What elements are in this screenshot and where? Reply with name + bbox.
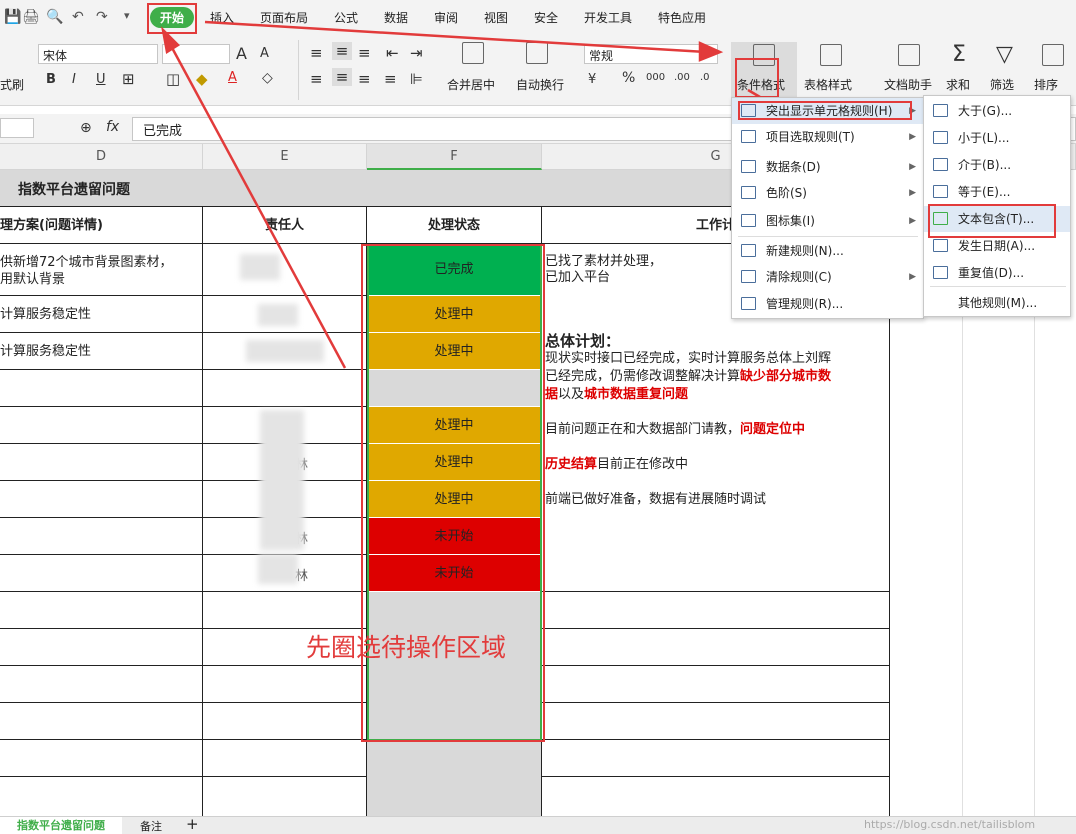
highlight-rules-icon <box>741 104 756 117</box>
color-scales-icon <box>741 186 756 199</box>
add-sheet-icon[interactable]: + <box>186 815 199 833</box>
menu-item-between[interactable]: 介于(B)... <box>924 152 1070 178</box>
equal-to-icon <box>933 185 948 198</box>
menu-item-more-rules[interactable]: 其他规则(M)... <box>924 290 1070 316</box>
menu-divider <box>930 286 1066 287</box>
menu-item-color-scales[interactable]: 色阶(S) ▶ <box>732 180 923 206</box>
text-contains-icon <box>933 212 948 225</box>
menu-item-duplicate-values[interactable]: 重复值(D)... <box>924 260 1070 286</box>
menu-divider <box>738 236 918 237</box>
data-bars-icon <box>741 160 756 173</box>
menu-item-text-contains[interactable]: 文本包含(T)... <box>924 206 1070 232</box>
new-rule-icon <box>741 244 756 257</box>
menu-item-greater-than[interactable]: 大于(G)... <box>924 98 1070 124</box>
watermark: https://blog.csdn.net/tailisblom <box>864 818 1036 831</box>
date-occurring-icon <box>933 239 948 252</box>
clear-rules-icon <box>741 270 756 283</box>
between-icon <box>933 158 948 171</box>
less-than-icon <box>933 131 948 144</box>
top-bottom-icon <box>741 130 756 143</box>
menu-item-date-occurring[interactable]: 发生日期(A)... <box>924 233 1070 259</box>
menu-item-clear-rules[interactable]: 清除规则(C) ▶ <box>732 264 923 290</box>
menu-item-highlight-rules[interactable]: 突出显示单元格规则(H) ▶ <box>732 98 923 124</box>
sheet-tab-bar: 指数平台遗留问题 备注 + https://blog.csdn.net/tail… <box>0 815 1076 834</box>
menu-item-less-than[interactable]: 小于(L)... <box>924 125 1070 151</box>
duplicate-values-icon <box>933 266 948 279</box>
conditional-format-menu: 突出显示单元格规则(H) ▶ 项目选取规则(T) ▶ 数据条(D) ▶ 色阶(S) ▶ … <box>731 97 924 319</box>
manage-rules-icon <box>741 297 756 310</box>
highlight-rules-submenu: 大于(G)... 小于(L)... 介于(B)... 等于(E)... 文本包含… <box>923 95 1071 317</box>
sheet-tab-notes[interactable]: 备注 <box>140 818 162 834</box>
menu-item-icon-sets[interactable]: 图标集(I) ▶ <box>732 208 923 234</box>
menu-item-new-rule[interactable]: 新建规则(N)... <box>732 238 923 264</box>
icon-sets-icon <box>741 214 756 227</box>
menu-item-manage-rules[interactable]: 管理规则(R)... <box>732 291 923 317</box>
menu-item-top-bottom-rules[interactable]: 项目选取规则(T) ▶ <box>732 124 923 150</box>
sheet-tab-main[interactable]: 指数平台遗留问题 <box>0 817 122 834</box>
greater-than-icon <box>933 104 948 117</box>
menu-item-equal-to[interactable]: 等于(E)... <box>924 179 1070 205</box>
menu-item-data-bars[interactable]: 数据条(D) ▶ <box>732 154 923 180</box>
